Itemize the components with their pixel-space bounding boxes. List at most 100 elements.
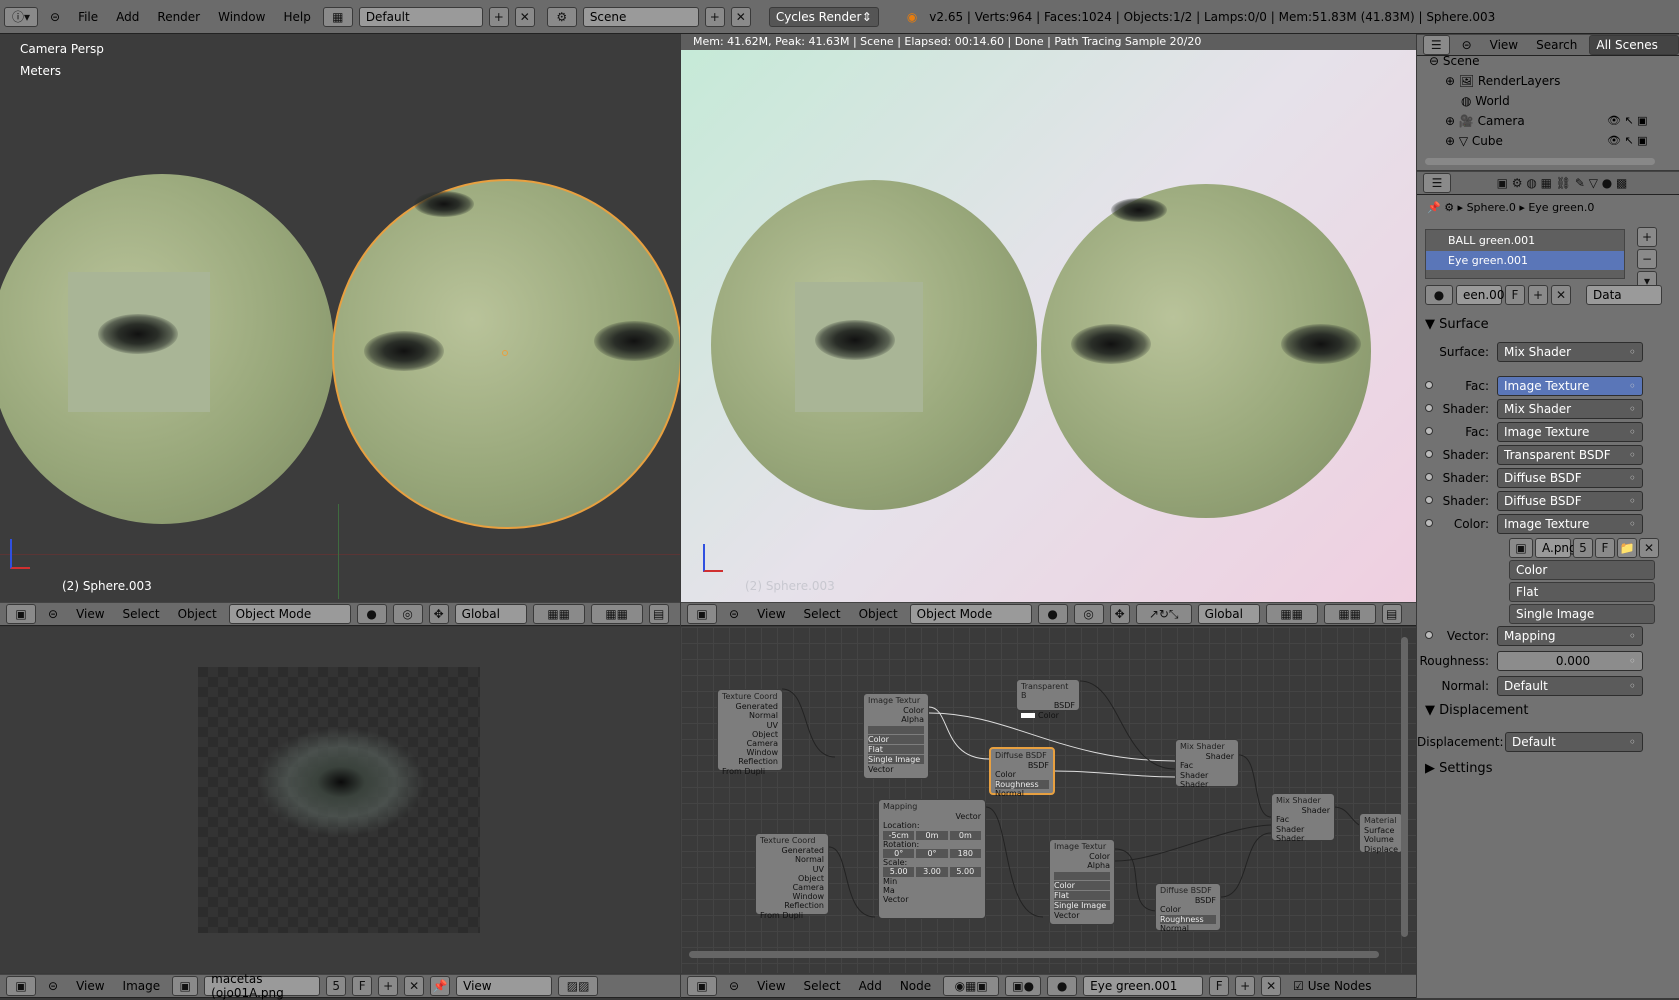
add-layout-button[interactable]: + — [488, 6, 509, 27]
material-slot-eye-green[interactable]: Eye green.001 — [1426, 251, 1624, 270]
add-material-button[interactable]: + — [1235, 976, 1256, 996]
scene-icon[interactable]: ⚙ — [546, 6, 577, 27]
editor-type-button[interactable]: ▣ — [6, 976, 36, 996]
remove-scene-button[interactable]: ✕ — [730, 6, 751, 27]
render-engine-select[interactable]: Cycles Render ⇕ — [768, 6, 879, 27]
render-preview-icon[interactable]: ▤ — [648, 604, 669, 624]
vector-input-select[interactable]: Mapping — [1497, 626, 1643, 646]
breadcrumb-material[interactable]: Eye green.0 — [1528, 201, 1594, 214]
outliner-camera[interactable]: ⊕ 🎥 Camera — [1445, 114, 1525, 128]
collapse-icon[interactable]: ⊝ — [42, 979, 64, 993]
pivot-icon[interactable]: ◎ — [1073, 604, 1104, 624]
material-name-field[interactable]: een.001 — [1456, 285, 1512, 305]
unlink-material-button[interactable]: ✕ — [1261, 976, 1282, 996]
collapse-icon[interactable]: ⊝ — [44, 10, 66, 24]
orientation-select[interactable]: Global — [1197, 604, 1260, 624]
displacement-input-select[interactable]: Default — [1505, 732, 1643, 752]
layers-grid-icon[interactable]: ▦▦ — [590, 604, 643, 624]
use-nodes-checkbox[interactable]: ☑ Use Nodes — [1287, 979, 1377, 993]
shading-icon[interactable]: ● — [1037, 604, 1068, 624]
color-space-select[interactable]: Color — [1054, 880, 1110, 890]
info-editor-type-button[interactable]: ⓘ▾ — [4, 6, 38, 27]
material-browse-icon[interactable]: ● — [1047, 976, 1078, 996]
node-image-texture-1[interactable]: Image Textur Color Alpha Color Flat Sing… — [863, 693, 929, 779]
screen-layout-icon[interactable]: ▦ — [322, 6, 353, 27]
image-browse-icon[interactable]: ▣ — [172, 976, 199, 996]
menu-help[interactable]: Help — [277, 10, 316, 24]
editor-type-button[interactable]: ☰ — [1423, 35, 1450, 55]
location-z-field[interactable]: 0m — [949, 830, 981, 840]
unlink-image-button[interactable]: ✕ — [1639, 538, 1659, 558]
outliner-world[interactable]: ◍ World — [1461, 94, 1510, 108]
collapse-icon[interactable]: ⊝ — [723, 607, 745, 621]
shader-input-select[interactable]: Mix Shader — [1497, 399, 1643, 419]
editor-type-button[interactable]: ▣ — [687, 976, 717, 996]
node-texture-coord-2[interactable]: Texture Coord Generated Normal UV Object… — [755, 833, 829, 920]
projection-select[interactable]: Flat — [1509, 582, 1655, 602]
menu-view[interactable]: View — [751, 979, 791, 993]
source-select[interactable]: Single Image — [868, 754, 924, 765]
roughness-slider[interactable]: Roughness — [1160, 914, 1216, 924]
editor-type-button[interactable]: ▣ — [6, 604, 36, 624]
settings-panel-header[interactable]: ▶ Settings — [1425, 761, 1492, 776]
node-transparent-bsdf[interactable]: Transparent B BSDF Color — [1016, 679, 1080, 720]
mapping-max-checkbox[interactable]: Ma — [883, 886, 981, 895]
unlink-image-button[interactable]: ✕ — [404, 976, 425, 996]
rotation-z-field[interactable]: 180 — [949, 848, 981, 859]
image-name-field[interactable]: macetas (ojo01A.png — [204, 972, 321, 1000]
from-dupli-checkbox[interactable]: From Dupli — [722, 767, 778, 776]
node-editor[interactable]: Texture Coord Generated Normal UV Object… — [681, 627, 1416, 973]
context-tabs-icon[interactable]: ▣ ⚙ ◍ ▦ ⛓ ✎ ▽ ● ▩ — [1457, 173, 1667, 193]
menu-view[interactable]: View — [70, 607, 110, 621]
render-preview-icon[interactable]: ▤ — [1381, 604, 1402, 624]
mapping-min-checkbox[interactable]: Min — [883, 877, 981, 886]
outliner-renderlayers[interactable]: ⊕ 🖼 RenderLayers — [1445, 74, 1560, 88]
menu-view[interactable]: View — [751, 607, 791, 621]
image-browse-icon[interactable]: ▣ — [1509, 538, 1533, 558]
node-diffuse-bsdf-1[interactable]: Diffuse BSDF BSDF Color Roughness Normal — [989, 747, 1055, 798]
menu-select[interactable]: Select — [798, 979, 847, 993]
source-select[interactable]: Single Image — [1054, 900, 1110, 911]
channels-icon[interactable]: ▨▨ — [558, 976, 599, 996]
menu-view[interactable]: View — [1484, 38, 1524, 52]
layers-grid-icon[interactable]: ▦▦ — [532, 604, 585, 624]
layers-grid-icon[interactable]: ▦▦ — [1323, 604, 1376, 624]
color-space-select[interactable]: Color — [1509, 560, 1655, 580]
display-mode-select[interactable]: All Scenes — [1589, 35, 1679, 55]
sphere-left[interactable] — [0, 174, 334, 524]
menu-window[interactable]: Window — [212, 10, 271, 24]
source-select[interactable]: Single Image — [1509, 604, 1655, 624]
image-browse-icon[interactable] — [1054, 871, 1110, 880]
mode-select[interactable]: Object Mode — [228, 604, 351, 624]
menu-image[interactable]: Image — [117, 979, 167, 993]
manipulator-icon[interactable]: ✥ — [1109, 604, 1130, 624]
outliner-scene[interactable]: ⊖ Scene — [1429, 54, 1479, 68]
image-browse-icon[interactable] — [868, 725, 924, 734]
roughness-slider[interactable]: Roughness — [995, 779, 1049, 789]
displacement-panel-header[interactable]: ▼ Displacement — [1425, 703, 1529, 718]
menu-add[interactable]: Add — [110, 10, 145, 24]
horizontal-scrollbar[interactable] — [689, 951, 1379, 958]
translate-icon[interactable]: ↗↻⤡ — [1135, 604, 1192, 624]
vertical-scrollbar[interactable] — [1401, 637, 1408, 937]
shader-input-select[interactable]: Diffuse BSDF — [1497, 468, 1643, 488]
rotation-y-field[interactable]: 0° — [916, 848, 948, 859]
remove-slot-button[interactable]: − — [1637, 249, 1657, 269]
link-select[interactable]: Data — [1586, 285, 1662, 305]
fake-user-button[interactable]: F — [1209, 976, 1230, 996]
scale-y-field[interactable]: 3.00 — [916, 867, 948, 877]
manipulator-icon[interactable]: ✥ — [428, 604, 449, 624]
pivot-icon[interactable]: ◎ — [392, 604, 423, 624]
rotation-x-field[interactable]: 0° — [883, 848, 915, 859]
visibility-eye-icon[interactable]: 👁 ↖ ▣ — [1607, 134, 1648, 147]
shader-type-icon[interactable]: ◉▦▣ — [943, 976, 1000, 996]
shader-input-select[interactable]: Transparent BSDF — [1497, 445, 1643, 465]
fac-input-select[interactable]: Image Texture — [1497, 422, 1643, 442]
menu-view[interactable]: View — [70, 979, 110, 993]
shader-input-select[interactable]: Diffuse BSDF — [1497, 491, 1643, 511]
add-slot-button[interactable]: + — [1637, 227, 1657, 247]
menu-object[interactable]: Object — [853, 607, 904, 621]
pin-icon[interactable]: 📌 — [430, 976, 451, 996]
layers-grid-icon[interactable]: ▦▦ — [1265, 604, 1318, 624]
roughness-slider[interactable]: 0.000 — [1497, 651, 1643, 671]
